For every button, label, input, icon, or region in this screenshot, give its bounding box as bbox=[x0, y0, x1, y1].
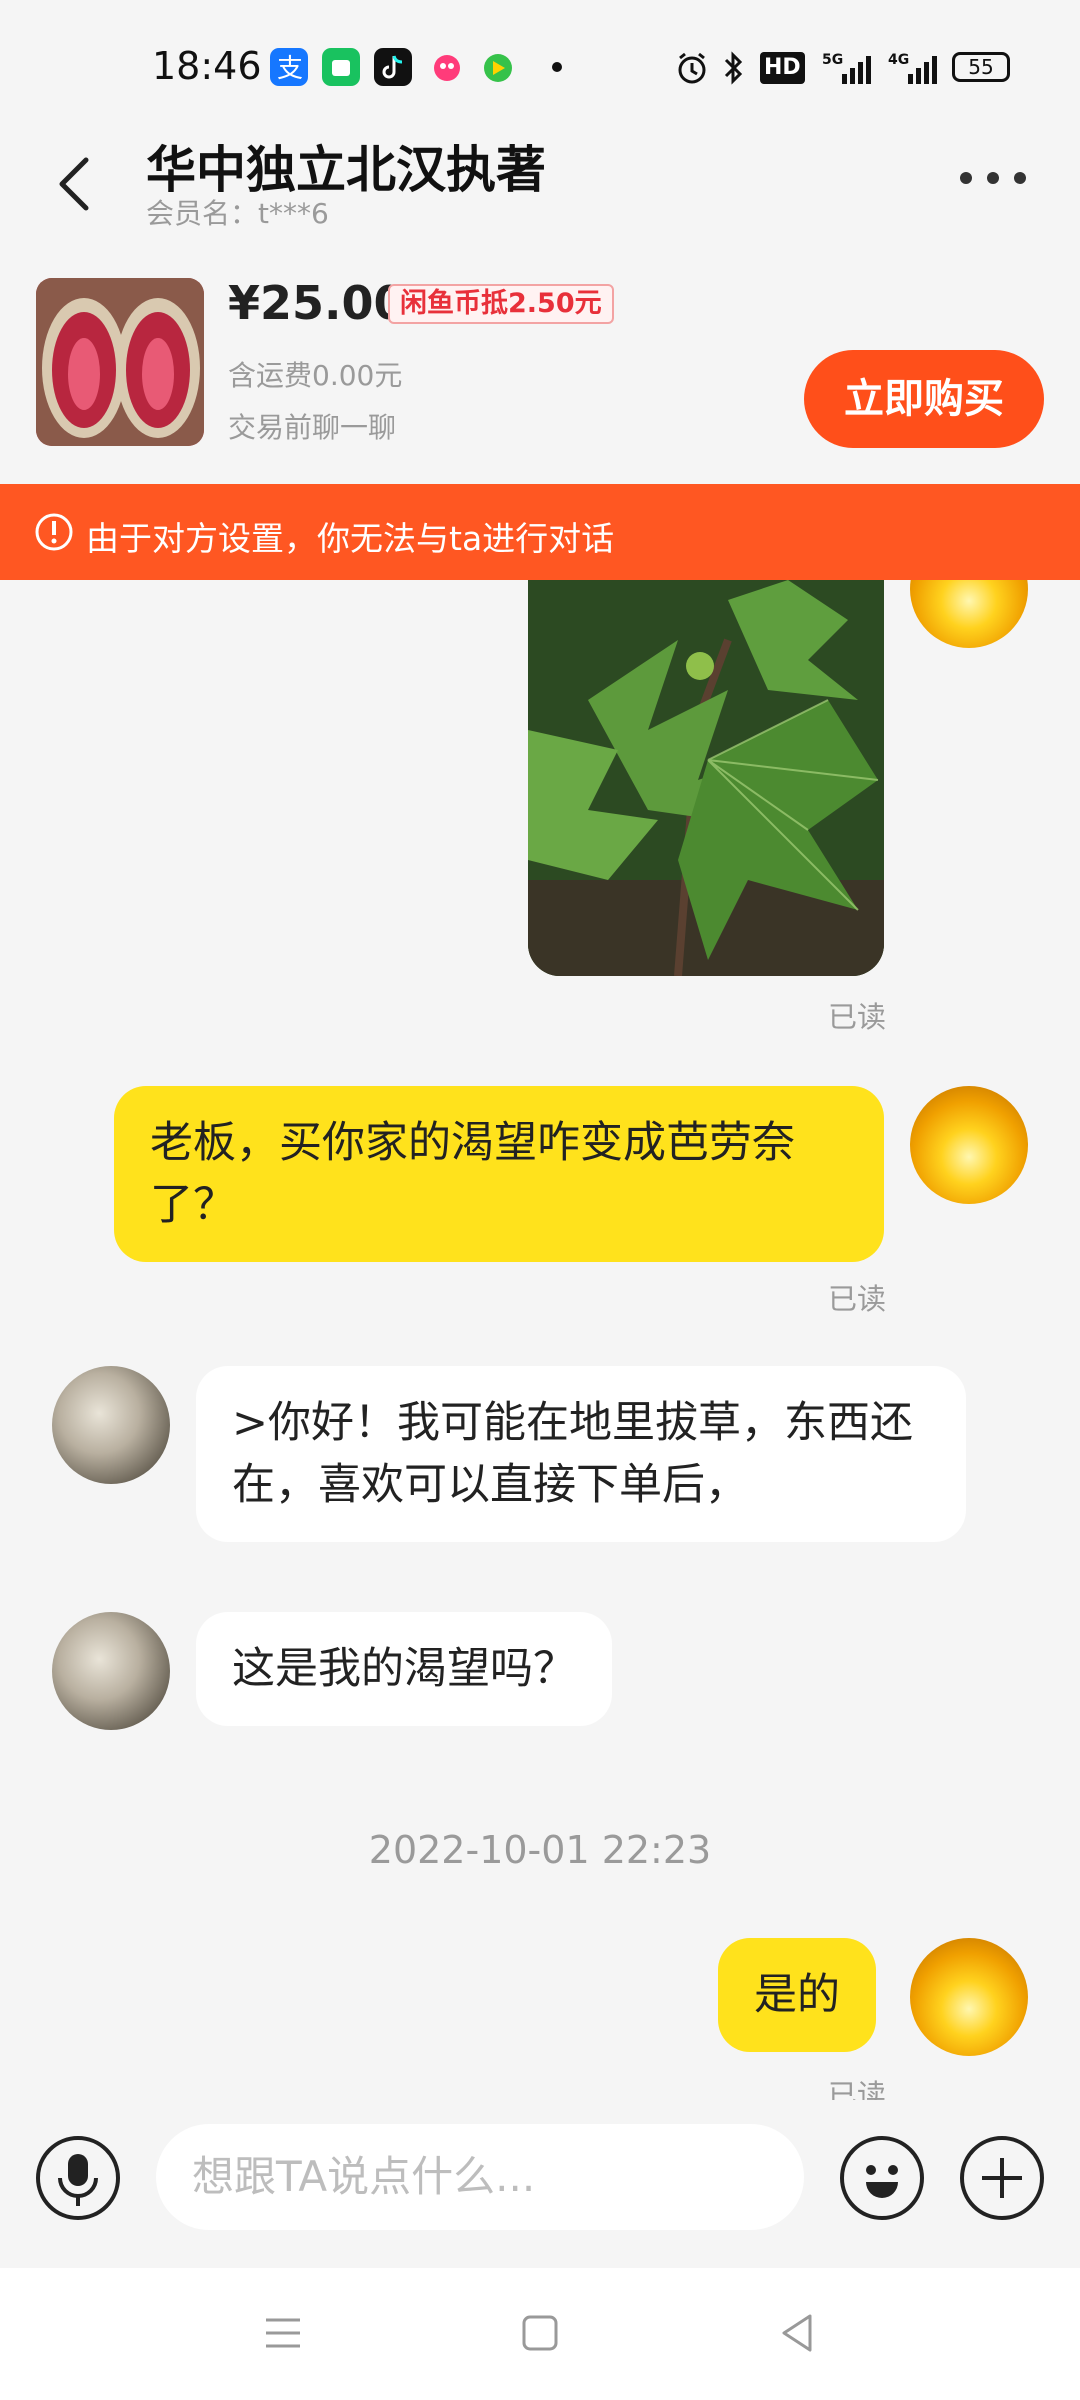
svg-text:5G: 5G bbox=[822, 52, 843, 68]
member-name: 会员名：t***6 bbox=[146, 197, 329, 230]
more-actions-button[interactable] bbox=[960, 2136, 1044, 2220]
status-bar: 18:46 支 HD 5G 4G 55 bbox=[0, 0, 1080, 130]
menu-icon[interactable] bbox=[258, 2308, 308, 2358]
warning-icon bbox=[35, 513, 73, 551]
svg-text:4G: 4G bbox=[888, 52, 909, 68]
message-timestamp: 2022-10-01 22:23 bbox=[368, 1828, 712, 1872]
my-message-bubble[interactable]: 老板，买你家的渴望咋变成芭劳奈了？ bbox=[114, 1086, 884, 1262]
my-avatar[interactable] bbox=[910, 1938, 1028, 2056]
shipping-info: 含运费0.00元 bbox=[228, 359, 403, 392]
image-message[interactable] bbox=[528, 580, 884, 976]
system-nav-bar bbox=[0, 2268, 1080, 2400]
more-notifications-dot bbox=[552, 62, 562, 72]
alipay-icon: 支 bbox=[270, 48, 308, 86]
smiley-icon bbox=[866, 2165, 898, 2198]
battery-icon: 55 bbox=[952, 52, 1010, 82]
signal-4g-icon: 4G bbox=[888, 52, 937, 84]
home-icon[interactable] bbox=[515, 2308, 565, 2358]
coin-discount-badge: 闲鱼币抵2.50元 bbox=[388, 284, 614, 324]
seller-avatar[interactable] bbox=[52, 1366, 170, 1484]
seller-avatar[interactable] bbox=[52, 1612, 170, 1730]
read-receipt: 已读 bbox=[828, 1000, 887, 1034]
my-avatar[interactable] bbox=[910, 1086, 1028, 1204]
bluetooth-icon bbox=[724, 51, 743, 85]
back-icon[interactable] bbox=[772, 2308, 822, 2358]
chat-hint: 交易前聊一聊 bbox=[228, 411, 397, 444]
product-card[interactable]: ¥25.00 闲鱼币抵2.50元 含运费0.00元 交易前聊一聊 立即购买 bbox=[0, 260, 1080, 485]
tiktok-icon bbox=[374, 48, 412, 86]
voice-button[interactable] bbox=[36, 2136, 120, 2220]
my-avatar[interactable] bbox=[910, 580, 1028, 648]
emoji-button[interactable] bbox=[840, 2136, 924, 2220]
notice-text: 由于对方设置，你无法与ta进行对话 bbox=[86, 519, 615, 558]
read-receipt: 已读 bbox=[828, 1282, 887, 1316]
product-price: ¥25.00 bbox=[228, 276, 406, 330]
microphone-icon bbox=[58, 2154, 98, 2206]
input-bar: 想跟TA说点什么... bbox=[0, 2100, 1080, 2268]
message-input[interactable]: 想跟TA说点什么... bbox=[156, 2124, 804, 2230]
status-time: 18:46 bbox=[152, 44, 262, 88]
product-thumbnail[interactable] bbox=[36, 278, 204, 446]
svg-text:支: 支 bbox=[277, 54, 303, 84]
video-app-icon bbox=[478, 48, 516, 86]
buy-now-button[interactable]: 立即购买 bbox=[804, 350, 1044, 448]
chat-messages[interactable]: 已读 老板，买你家的渴望咋变成芭劳奈了？ 已读 >你好！我可能在地里拔草，东西还… bbox=[0, 580, 1080, 2100]
signal-5g-icon: 5G bbox=[822, 52, 871, 84]
shopping-app-icon bbox=[322, 48, 360, 86]
notice-banner: 由于对方设置，你无法与ta进行对话 bbox=[0, 484, 1080, 580]
back-arrow-icon[interactable] bbox=[52, 154, 96, 214]
seller-message-bubble[interactable]: 这是我的渴望吗？ bbox=[196, 1612, 612, 1726]
alarm-icon bbox=[678, 52, 706, 84]
plus-icon bbox=[982, 2158, 1022, 2198]
battery-level: 55 bbox=[968, 55, 994, 79]
my-message-bubble[interactable]: 是的 bbox=[718, 1938, 876, 2052]
social-app-icon bbox=[428, 48, 466, 86]
read-receipt: 已读 bbox=[828, 2078, 887, 2100]
chat-header: 华中独立北汉执著 会员名：t***6 bbox=[0, 130, 1080, 260]
seller-message-bubble[interactable]: >你好！我可能在地里拔草，东西还在，喜欢可以直接下单后， bbox=[196, 1366, 966, 1542]
more-options-icon[interactable] bbox=[958, 168, 1028, 188]
hd-badge: HD bbox=[760, 52, 805, 84]
